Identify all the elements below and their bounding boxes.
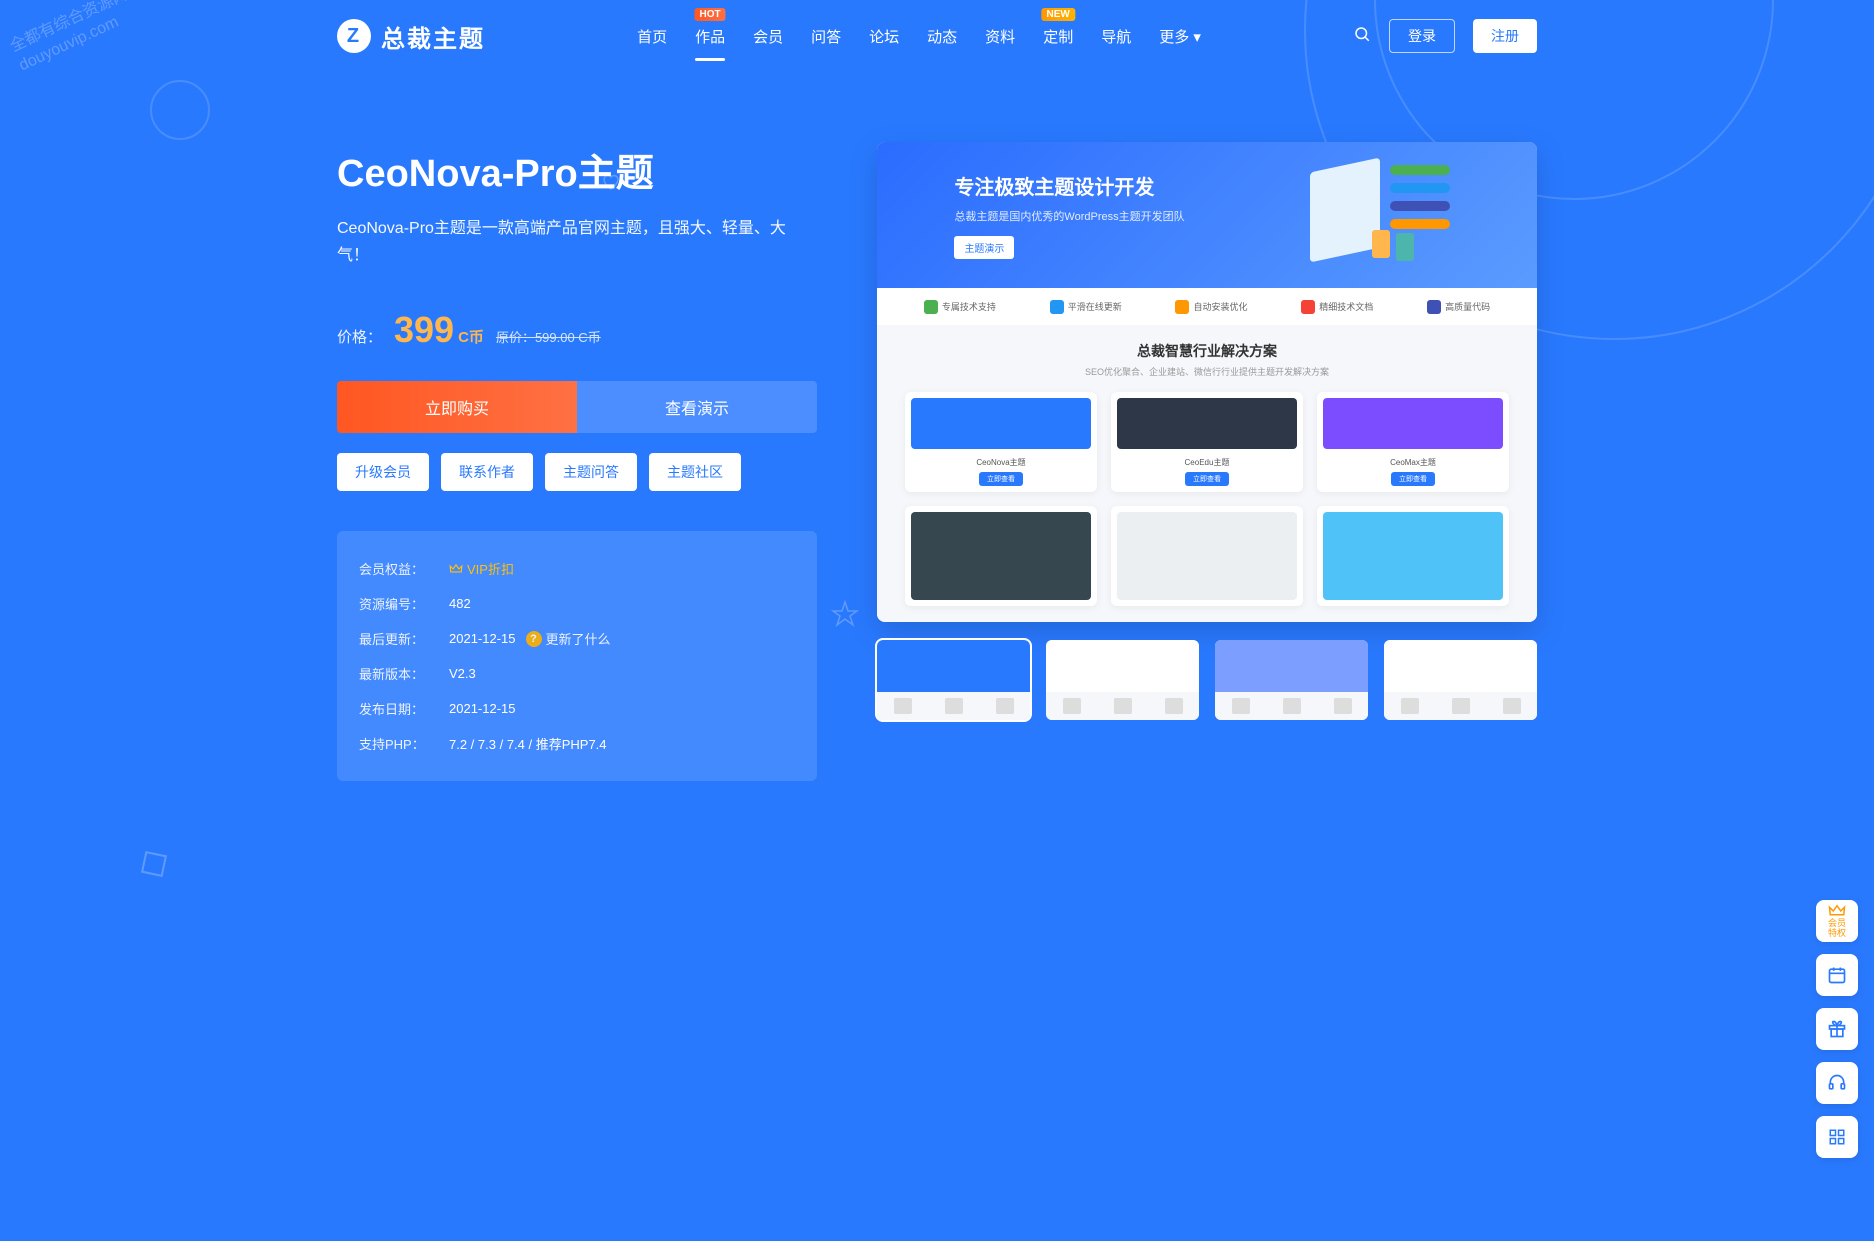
nav-item-3[interactable]: 问答: [811, 22, 841, 51]
logo-text: 总裁主题: [381, 19, 485, 54]
header-right: 登录 注册: [1353, 19, 1537, 53]
info-label: 会员权益：: [359, 559, 439, 578]
nav-item-1[interactable]: 作品HOT: [695, 22, 725, 51]
nav-item-7[interactable]: 定制NEW: [1043, 22, 1073, 51]
info-value: VIP折扣: [449, 559, 514, 578]
preview-hero-sub: 总裁主题是国内优秀的WordPress主题开发团队: [954, 208, 1184, 224]
info-row-3: 最新版本： V2.3: [359, 656, 795, 691]
action-button-1[interactable]: 联系作者: [441, 453, 533, 491]
thumbnail-3[interactable]: [1384, 640, 1537, 720]
preview-card-1: CeoEdu主题立即查看: [1111, 392, 1303, 492]
preview-feature-4: 高质量代码: [1427, 300, 1490, 314]
decoration-square: [140, 850, 168, 878]
action-row: 升级会员联系作者主题问答主题社区: [337, 453, 817, 491]
thumbnail-2[interactable]: [1215, 640, 1368, 720]
info-card: 会员权益：VIP折扣资源编号：482最后更新：2021-12-15?更新了什么最…: [337, 531, 817, 781]
changelog-link[interactable]: ?更新了什么: [526, 629, 611, 648]
nav-item-9[interactable]: 更多 ▾: [1159, 22, 1201, 51]
grid-icon: [1828, 1128, 1846, 1146]
preview-feature-2: 自动安装优化: [1175, 300, 1247, 314]
crown-icon: [1828, 904, 1846, 918]
gift-icon: [1827, 1019, 1847, 1039]
preview-grid: CeoNova主题立即查看CeoEdu主题立即查看CeoMax主题立即查看: [905, 392, 1509, 606]
main-nav: 首页作品HOT 会员问答论坛动态资料定制NEW 导航更多 ▾: [637, 22, 1201, 51]
register-button[interactable]: 注册: [1473, 19, 1537, 53]
info-row-4: 发布日期： 2021-12-15: [359, 691, 795, 726]
info-label: 支持PHP：: [359, 734, 439, 753]
buy-button[interactable]: 立即购买: [337, 381, 577, 433]
float-support-button[interactable]: [1816, 1062, 1858, 1104]
float-gift-button[interactable]: [1816, 1008, 1858, 1050]
action-button-2[interactable]: 主题问答: [545, 453, 637, 491]
preview-card-5: [1317, 506, 1509, 606]
info-row-2: 最后更新： 2021-12-15?更新了什么: [359, 621, 795, 656]
preview-body-title: 总裁智慧行业解决方案: [905, 341, 1509, 361]
watermark: 全都有综合资源网 douyouvip.com: [7, 0, 141, 77]
info-value: 7.2 / 7.3 / 7.4 / 推荐PHP7.4: [449, 734, 607, 753]
info-label: 最新版本：: [359, 664, 439, 683]
action-button-3[interactable]: 主题社区: [649, 453, 741, 491]
preview-feature-0: 专属技术支持: [924, 300, 996, 314]
nav-item-6[interactable]: 资料: [985, 22, 1015, 51]
preview-thumbnails: [877, 640, 1537, 720]
demo-button[interactable]: 查看演示: [577, 381, 817, 433]
login-button[interactable]: 登录: [1389, 19, 1455, 53]
headset-icon: [1827, 1073, 1847, 1093]
preview-feature-1: 平滑在线更新: [1050, 300, 1122, 314]
logo-icon: Z: [337, 19, 371, 53]
info-value: 482: [449, 596, 471, 611]
info-row-0: 会员权益： VIP折扣: [359, 551, 795, 586]
preview-feature-bar: 专属技术支持 平滑在线更新 自动安装优化 精细技术文档 高质量代码: [877, 288, 1537, 325]
preview-card-0: CeoNova主题立即查看: [905, 392, 1097, 492]
cta-row: 立即购买 查看演示: [337, 381, 817, 433]
info-label: 发布日期：: [359, 699, 439, 718]
price-value: 399C币: [394, 309, 484, 351]
search-icon[interactable]: [1353, 25, 1371, 48]
thumbnail-0[interactable]: [877, 640, 1030, 720]
preview-body-sub: SEO优化聚合、企业建站、微信行行业提供主题开发解决方案: [905, 365, 1509, 378]
info-value: 2021-12-15: [449, 701, 516, 716]
product-description: CeoNova-Pro主题是一款高端产品官网主题，且强大、轻量、大气！: [337, 215, 817, 269]
float-calendar-button[interactable]: [1816, 954, 1858, 996]
header: Z 总裁主题 首页作品HOT 会员问答论坛动态资料定制NEW 导航更多 ▾ 登录 注…: [337, 0, 1537, 72]
new-badge: NEW: [1042, 8, 1075, 21]
crown-icon: VIP折扣: [449, 559, 514, 578]
preview-hero-title: 专注极致主题设计开发: [954, 171, 1184, 200]
price-label: 价格：: [337, 326, 382, 347]
site-logo[interactable]: Z 总裁主题: [337, 19, 485, 54]
preview-illustration: [1280, 155, 1460, 275]
floating-sidebar: 会员 特权: [1816, 900, 1858, 1158]
info-value: V2.3: [449, 666, 476, 681]
preview-hero-button: 主题演示: [954, 236, 1014, 259]
preview-image-large: 专注极致主题设计开发 总裁主题是国内优秀的WordPress主题开发团队 主题演…: [877, 142, 1537, 622]
preview-card-3: [905, 506, 1097, 606]
nav-item-2[interactable]: 会员: [753, 22, 783, 51]
price-row: 价格： 399C币 原价：599.00 C币: [337, 309, 817, 351]
preview-feature-3: 精细技术文档: [1301, 300, 1373, 314]
action-button-0[interactable]: 升级会员: [337, 453, 429, 491]
info-row-5: 支持PHP： 7.2 / 7.3 / 7.4 / 推荐PHP7.4: [359, 726, 795, 761]
info-row-1: 资源编号： 482: [359, 586, 795, 621]
nav-item-5[interactable]: 动态: [927, 22, 957, 51]
preview-card-2: CeoMax主题立即查看: [1317, 392, 1509, 492]
hot-badge: HOT: [695, 8, 726, 21]
question-icon: ?: [526, 631, 542, 647]
calendar-icon: [1827, 965, 1847, 985]
preview-card-4: [1111, 506, 1303, 606]
product-title: CeoNova-Pro主题: [337, 142, 817, 197]
info-label: 最后更新：: [359, 629, 439, 648]
float-grid-button[interactable]: [1816, 1116, 1858, 1158]
price-original: 原价：599.00 C币: [496, 327, 601, 346]
thumbnail-1[interactable]: [1046, 640, 1199, 720]
nav-item-8[interactable]: 导航: [1101, 22, 1131, 51]
nav-item-0[interactable]: 首页: [637, 22, 667, 51]
nav-item-4[interactable]: 论坛: [869, 22, 899, 51]
info-label: 资源编号：: [359, 594, 439, 613]
info-value: 2021-12-15?更新了什么: [449, 629, 611, 648]
float-vip-button[interactable]: 会员 特权: [1816, 900, 1858, 942]
